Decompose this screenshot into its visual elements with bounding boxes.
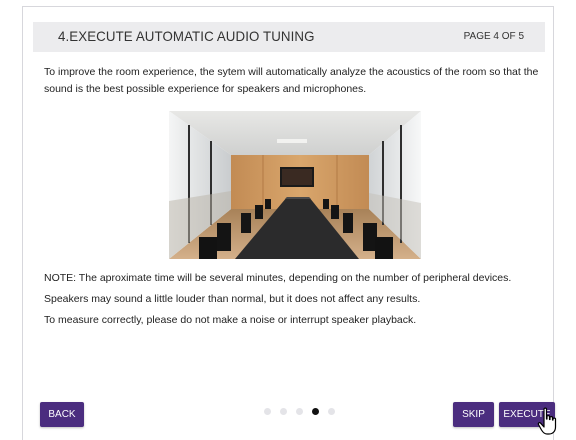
page-dot-1: [264, 408, 271, 415]
wizard-header: 4.EXECUTE AUTOMATIC AUDIO TUNING PAGE 4 …: [33, 22, 545, 52]
back-button[interactable]: BACK: [40, 402, 84, 427]
notes-block: NOTE: The aproximate time will be severa…: [44, 268, 544, 331]
page-dot-3: [296, 408, 303, 415]
page-indicator: PAGE 4 OF 5: [463, 31, 524, 42]
conference-room-image: [169, 111, 421, 259]
note-line: Speakers may sound a little louder than …: [44, 293, 421, 305]
skip-button[interactable]: SKIP: [453, 402, 494, 427]
note-line: NOTE: The aproximate time will be severa…: [44, 272, 512, 284]
page-dot-4: [312, 408, 319, 415]
wizard-title: 4.EXECUTE AUTOMATIC AUDIO TUNING: [58, 28, 315, 44]
hand-pointer-icon: [537, 407, 557, 435]
note-line: To measure correctly, please do not make…: [44, 314, 417, 326]
wizard-dialog: 4.EXECUTE AUTOMATIC AUDIO TUNING PAGE 4 …: [22, 6, 555, 440]
page-dot-2: [280, 408, 287, 415]
page-dot-5: [328, 408, 335, 415]
intro-text: To improve the room experience, the syte…: [44, 66, 539, 95]
